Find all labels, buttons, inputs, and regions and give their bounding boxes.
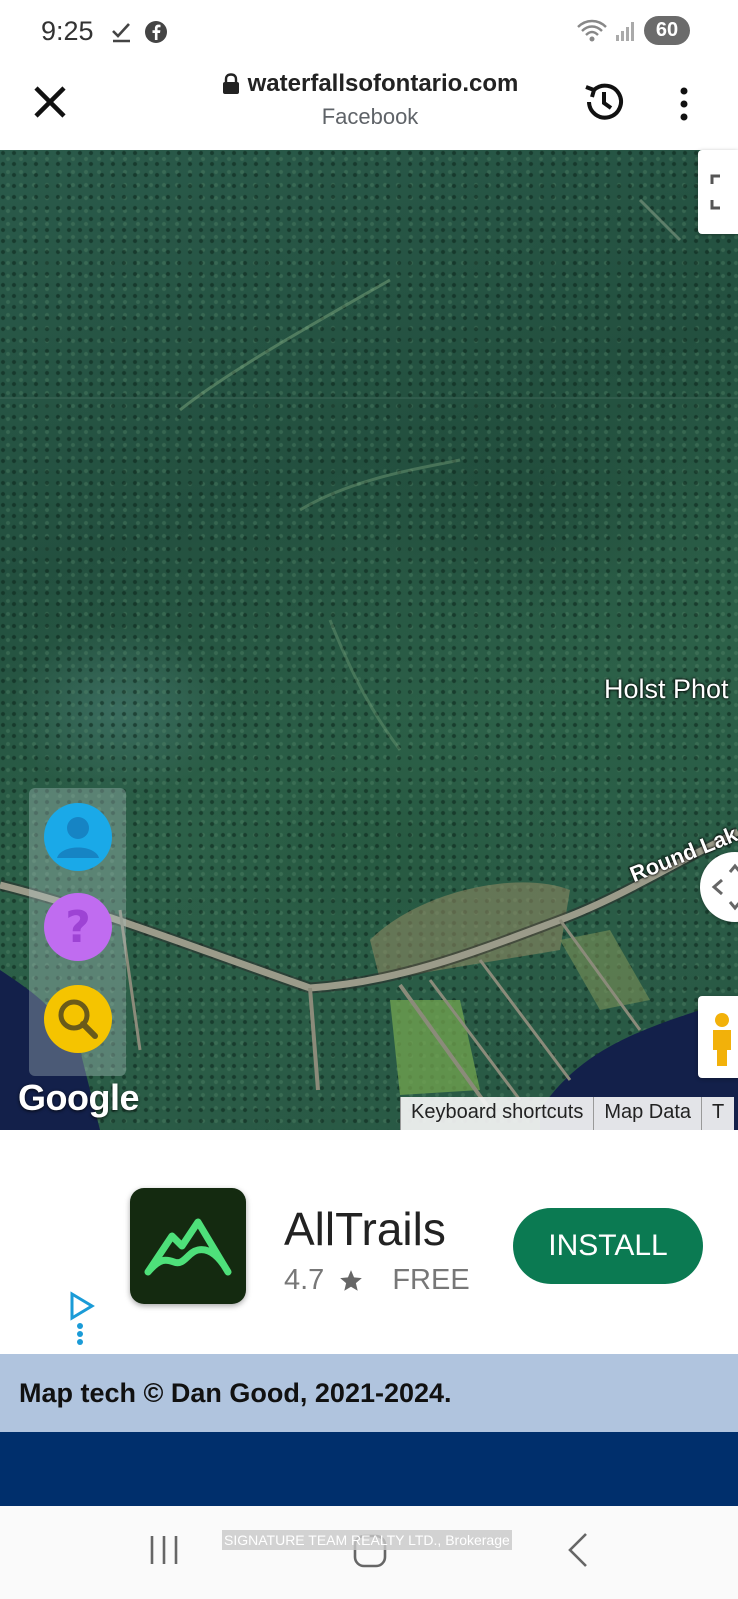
app-rating: 4.7 xyxy=(284,1264,325,1296)
star-icon xyxy=(340,1269,363,1291)
satellite-map[interactable]: Holst Phot Round Lak ? Google Keyboard s… xyxy=(0,150,738,1130)
signal-icon xyxy=(616,21,634,41)
help-icon[interactable]: ? xyxy=(43,892,113,962)
address-bar[interactable]: waterfallsofontario.com Facebook xyxy=(210,70,530,130)
user-icon[interactable] xyxy=(43,802,113,872)
status-time: 9:25 xyxy=(41,16,94,46)
mountain-logo-icon xyxy=(144,1218,232,1276)
credit-text: Map tech © Dan Good, 2021-2024. xyxy=(19,1377,452,1408)
back-icon[interactable] xyxy=(566,1532,590,1568)
watermark-text: SIGNATURE TEAM REALTY LTD., Brokerage xyxy=(222,1530,512,1550)
lock-icon xyxy=(222,73,239,94)
fullscreen-icon xyxy=(710,174,720,210)
status-bar: 9:25 60 xyxy=(0,0,738,62)
map-attribution-bar: Keyboard shortcuts Map Data T xyxy=(400,1097,735,1130)
google-logo: Google xyxy=(18,1077,140,1118)
place-label: Holst Phot xyxy=(604,674,729,704)
app-name: AllTrails xyxy=(284,1203,446,1255)
app-install-ad: AllTrails 4.7 FREE INSTALL xyxy=(0,1130,738,1354)
map-tools-panel: ? xyxy=(29,788,126,1076)
footer-band xyxy=(0,1432,738,1506)
page-source: Facebook xyxy=(321,104,419,129)
credit-banner: Map tech © Dan Good, 2021-2024. xyxy=(0,1354,738,1432)
keyboard-shortcuts-link[interactable]: Keyboard shortcuts xyxy=(400,1097,594,1130)
svg-text:?: ? xyxy=(65,902,91,953)
install-button[interactable]: INSTALL xyxy=(513,1208,703,1284)
map-pan-control[interactable] xyxy=(700,852,738,922)
history-icon[interactable] xyxy=(580,78,628,126)
more-options-icon[interactable] xyxy=(670,82,698,126)
wifi-icon xyxy=(577,19,607,41)
page-url: waterfallsofontario.com xyxy=(247,70,519,97)
check-download-icon xyxy=(112,23,130,43)
close-icon[interactable] xyxy=(28,80,72,124)
facebook-icon xyxy=(145,21,167,43)
pan-arrows-icon xyxy=(711,863,738,911)
terms-link[interactable]: T xyxy=(701,1097,735,1130)
fullscreen-button[interactable] xyxy=(698,150,738,234)
pegman-icon xyxy=(713,1013,731,1066)
street-view-button[interactable] xyxy=(698,996,738,1078)
adchoices-icon[interactable] xyxy=(68,1290,96,1346)
map-data-link[interactable]: Map Data xyxy=(593,1097,702,1130)
search-icon[interactable] xyxy=(43,984,113,1054)
browser-toolbar: waterfallsofontario.com Facebook xyxy=(0,62,738,151)
battery-level: 60 xyxy=(644,16,690,45)
recent-apps-icon[interactable] xyxy=(148,1532,180,1568)
alltrails-app-icon[interactable] xyxy=(130,1188,246,1304)
system-nav-bar: SIGNATURE TEAM REALTY LTD., Brokerage xyxy=(0,1506,738,1599)
app-price: FREE xyxy=(392,1264,470,1296)
